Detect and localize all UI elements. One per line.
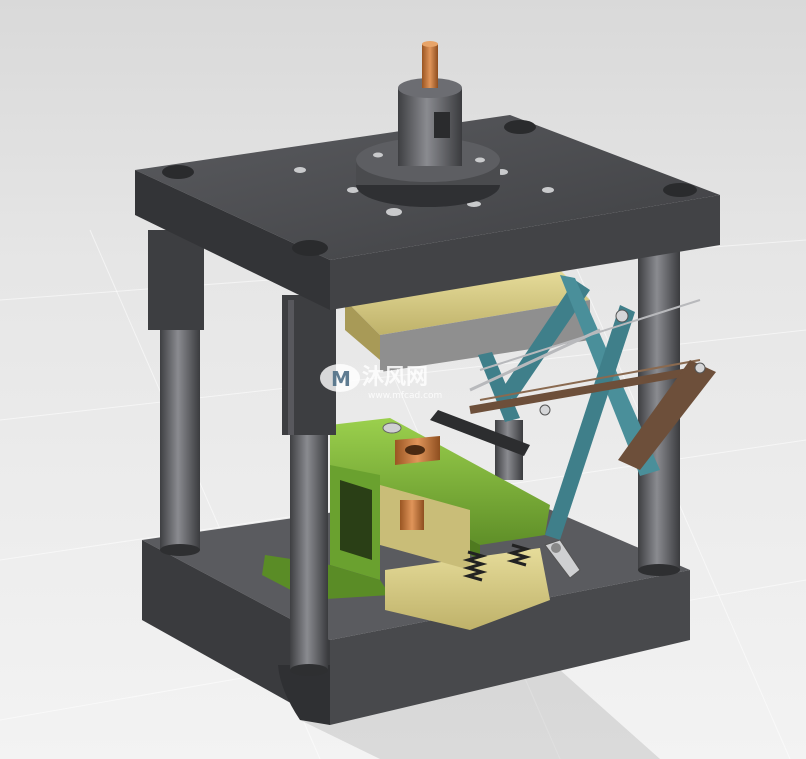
watermark: M 沐风网 www.mfcad.com <box>320 364 442 401</box>
cad-viewport[interactable]: M 沐风网 www.mfcad.com <box>0 0 806 759</box>
svg-text:M: M <box>331 367 351 391</box>
watermark-brand: 沐风网 <box>362 365 428 390</box>
die-set-model: M 沐风网 www.mfcad.com <box>0 41 806 759</box>
watermark-logo-icon: M <box>320 364 360 392</box>
watermark-url: www.mfcad.com <box>368 391 442 401</box>
